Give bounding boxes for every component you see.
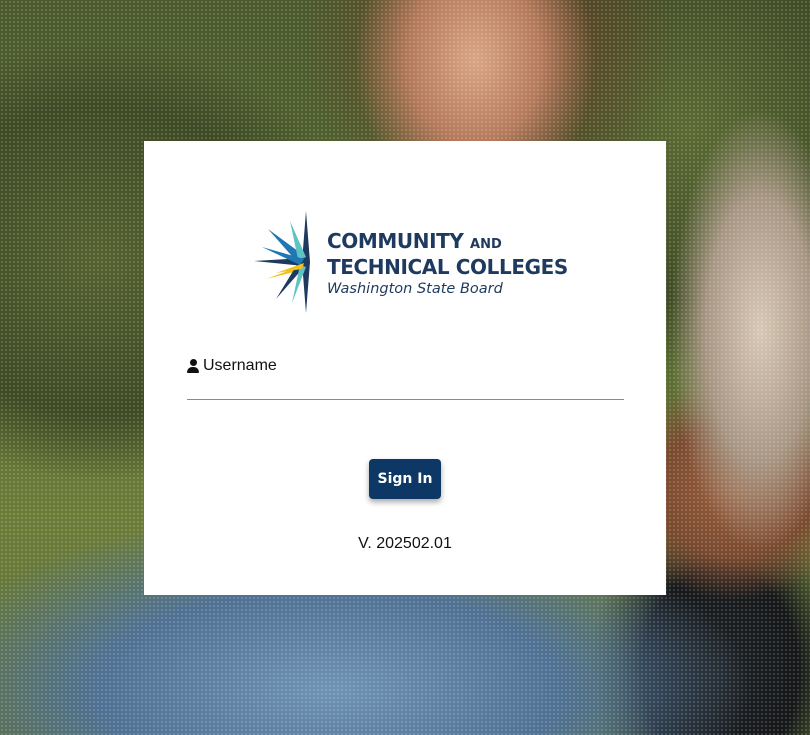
username-input[interactable]: [187, 377, 628, 399]
logo-line-technical-colleges: TECHNICAL COLLEGES: [327, 255, 568, 279]
version-text: V. 202502.01: [358, 535, 452, 552]
username-label-text: Username: [203, 357, 277, 374]
logo-line-community: COMMUNITY: [327, 229, 464, 253]
logo-line-washington-state-board: Washington State Board: [327, 281, 503, 297]
logo-text: COMMUNITY AND TECHNICAL COLLEGES Washing…: [327, 230, 568, 300]
logo-line-and: AND: [470, 237, 502, 252]
username-field[interactable]: Username: [187, 355, 628, 400]
user-icon: [187, 359, 199, 373]
star-burst-logo-icon: [254, 211, 310, 313]
login-card: COMMUNITY AND TECHNICAL COLLEGES Washing…: [144, 141, 666, 595]
username-label: Username: [187, 357, 277, 375]
sign-in-button[interactable]: Sign In: [369, 459, 441, 499]
sbctc-logo: COMMUNITY AND TECHNICAL COLLEGES Washing…: [254, 207, 568, 317]
